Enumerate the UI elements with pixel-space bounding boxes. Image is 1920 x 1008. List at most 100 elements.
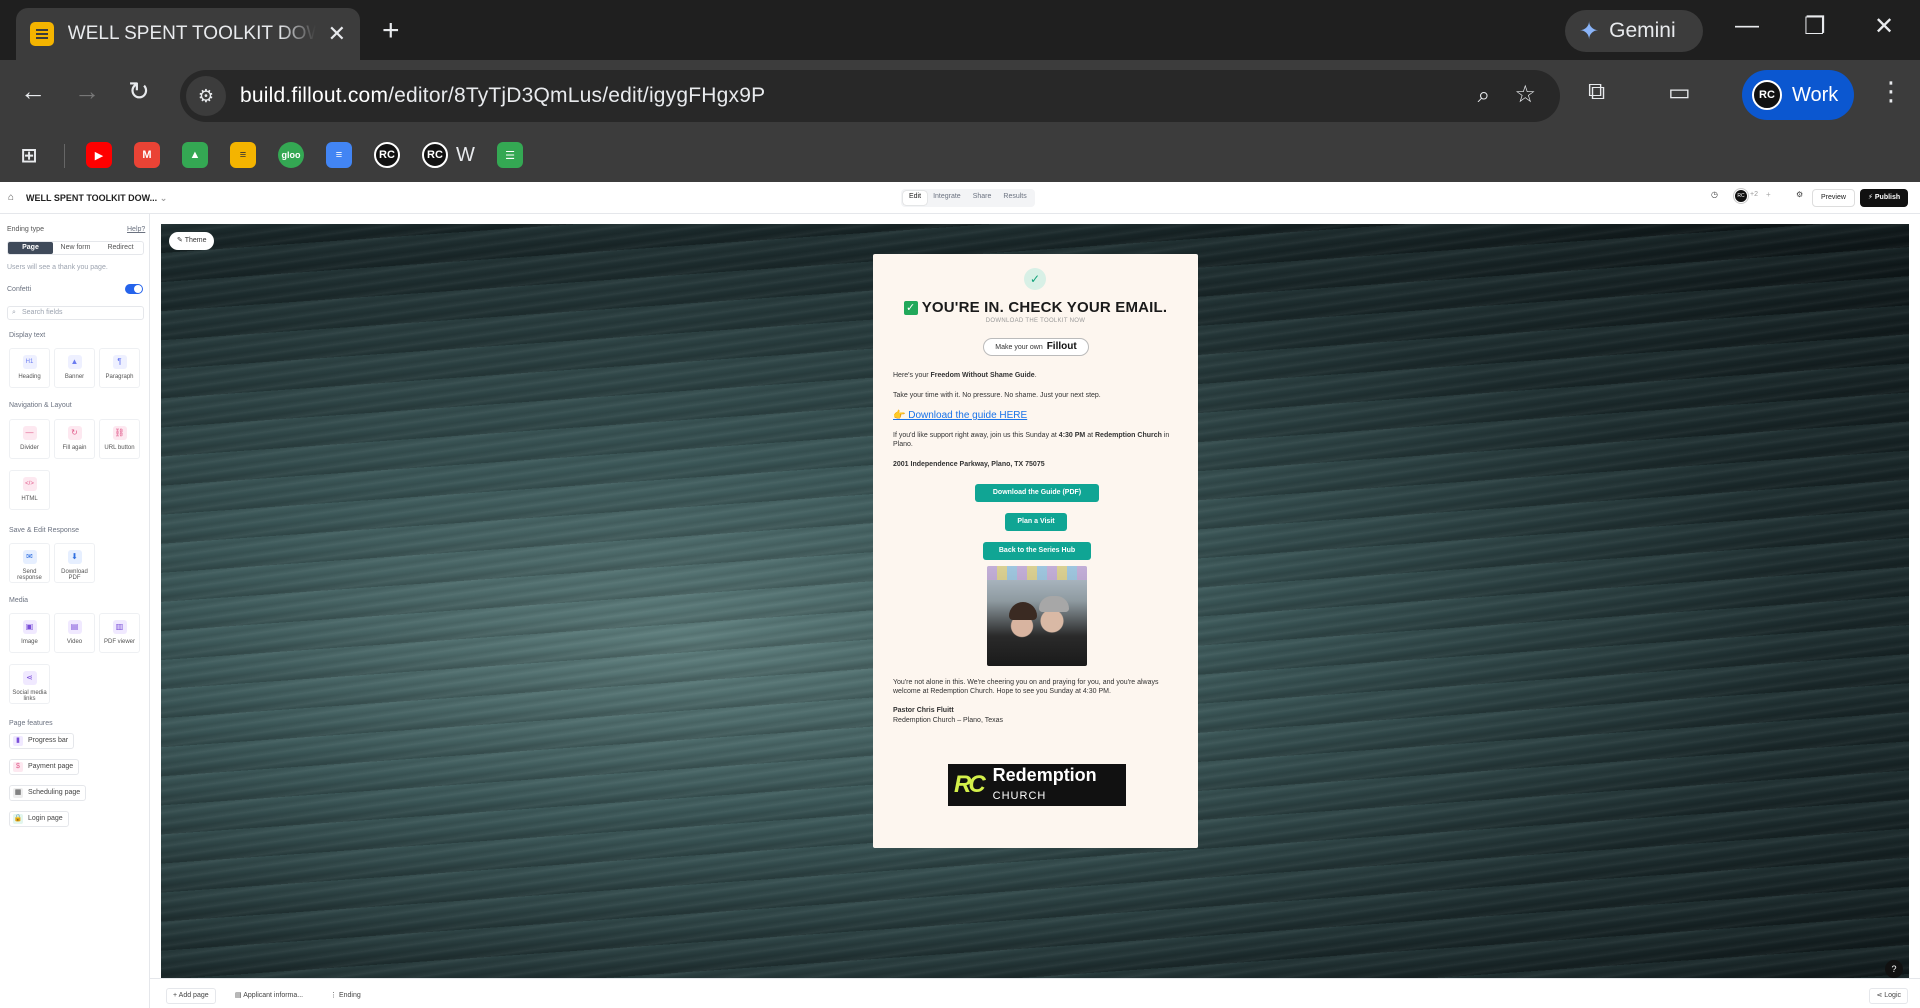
section-display-text: Display text [9,332,46,339]
ending-type-new-form[interactable]: New form [53,242,98,254]
google-drive-icon[interactable]: ▲ [182,142,208,168]
preview-button[interactable]: Preview [1812,189,1855,207]
profile-button[interactable]: RC Work [1742,70,1854,120]
field-social-media-links[interactable]: ⋖ Social media links [9,664,50,704]
page-ending[interactable]: ⋮ Ending [330,991,361,999]
field-download-pdf[interactable]: ⬇ Download PDF [54,543,95,583]
confetti-label: Confetti [7,286,32,293]
tab-results[interactable]: Results [997,191,1032,205]
url-path: /editor/8TyTjD3QmLus/edit/igygFHgx9P [388,84,766,107]
plan-a-visit-button[interactable]: Plan a Visit [1005,513,1067,531]
field-paragraph[interactable]: ¶ Paragraph [99,348,140,388]
bookmark-star-icon[interactable]: ☆ [1514,80,1536,109]
section-save-edit: Save & Edit Response [9,527,80,534]
back-arrow-icon[interactable]: ← [20,76,46,107]
field-heading[interactable]: H1 Heading [9,348,50,388]
close-window-icon[interactable]: ✕ [1874,12,1894,41]
browser-tab-active[interactable]: WELL SPENT TOOLKIT DOWNLOAD ✕ [16,8,360,60]
add-page-button[interactable]: + Add page [166,988,216,1004]
restore-window-icon[interactable]: ❐ [1804,12,1826,41]
field-html[interactable]: </> HTML [9,470,50,510]
photo-balloons [987,566,1087,580]
field-send-response[interactable]: ✉ Send response [9,543,50,583]
forward-arrow-icon[interactable]: → [74,76,100,107]
settings-gear-icon[interactable]: ⚙ [1796,190,1803,199]
field-image[interactable]: ▣ Image [9,613,50,653]
field-image-label: Image [21,639,38,645]
apps-grid-icon[interactable]: ⊞ [16,142,42,168]
ending-type-page[interactable]: Page [8,242,53,254]
google-docs-icon[interactable]: ≡ [326,142,352,168]
site-info-icon[interactable]: ⚙ [186,76,226,116]
field-video[interactable]: ▤ Video [54,613,95,653]
youtube-icon[interactable]: ▶ [86,142,112,168]
search-fields-input[interactable]: Search fields [7,306,144,320]
address-bar[interactable]: ⚙ build.fillout.com/editor/8TyTjD3QmLus/… [180,70,1560,122]
feature-login-page[interactable]: 🔒 Login page [9,811,69,827]
new-tab-button[interactable]: + [382,14,400,48]
visit-place: Redemption Church [1095,432,1162,439]
check-mark-emoji-icon: ✓ [903,301,918,315]
feature-payment-page[interactable]: $ Payment page [9,759,80,775]
feature-progress-bar-label: Progress bar [28,737,69,744]
add-collaborator-icon[interactable]: + [1766,190,1771,199]
logic-button[interactable]: ⋖ Logic [1869,988,1908,1004]
close-tab-icon[interactable]: ✕ [328,21,346,47]
gloo-icon[interactable]: gloo [278,142,304,168]
field-pdf-viewer[interactable]: ▥ PDF viewer [99,613,140,653]
reload-icon[interactable]: ↻ [128,76,150,107]
field-paragraph-label: Paragraph [105,374,134,380]
page-applicant-information[interactable]: ▤ Applicant informa... [235,991,303,999]
help-link[interactable]: Help? [127,226,145,233]
history-icon[interactable]: ◷ [1711,190,1718,199]
minimize-window-icon[interactable]: — [1735,12,1759,40]
ending-type-redirect[interactable]: Redirect [98,242,143,254]
feature-scheduling-page[interactable]: ▦ Scheduling page [9,785,87,801]
ending-page-card[interactable]: ✓ ✓ YOU'RE IN. CHECK YOUR EMAIL. DOWNLOAD… [873,254,1198,848]
tab-edit[interactable]: Edit [903,191,928,205]
progress-bar-icon: ▮ [13,736,23,746]
help-question-icon[interactable]: ? [1885,960,1903,978]
gemini-button[interactable]: ✦ Gemini [1565,10,1703,52]
field-send-response-label: Send response [17,569,42,581]
fillout-icon[interactable]: ≡ [230,142,256,168]
download-guide-pdf-button[interactable]: Download the Guide (PDF) [975,484,1099,502]
sheets-icon[interactable]: ☰ [497,142,523,168]
field-divider[interactable]: — Divider [9,419,50,459]
back-to-series-hub-button[interactable]: Back to the Series Hub [983,542,1091,560]
tab-integrate[interactable]: Integrate [927,191,967,205]
zoom-icon[interactable]: ⌕ [1478,82,1490,108]
collaborator-count[interactable]: +2 [1750,191,1758,198]
rc-icon[interactable]: RC [422,142,448,168]
rc-icon[interactable]: RC [374,142,400,168]
tab-share[interactable]: Share [967,191,998,205]
theme-button[interactable]: ✎ Theme [169,232,215,250]
browser-menu-icon[interactable]: ⋮ [1878,76,1904,107]
make-your-own-fillout-badge[interactable]: Make your own Fillout [983,338,1089,356]
guide-intro-text: Here's your Freedom Without Shame Guide. [893,371,1183,380]
add-page-label: Add page [178,992,209,999]
url-text[interactable]: build.fillout.com/editor/8TyTjD3QmLus/ed… [240,84,765,108]
feature-login-page-label: Login page [28,815,63,822]
ending-type-selector: Page New form Redirect [7,241,144,255]
church-address: 2001 Independence Parkway, Plano, TX 750… [893,461,1045,468]
form-name[interactable]: WELL SPENT TOOLKIT DOW... ⌄ [26,193,167,204]
publish-button[interactable]: ⚡ Publish [1860,189,1909,207]
feature-progress-bar[interactable]: ▮ Progress bar [9,733,75,749]
collaborator-avatar[interactable]: RC [1734,189,1748,203]
screen-search-icon[interactable]: ▭ [1668,78,1691,107]
field-fill-again[interactable]: ↻ Fill again [54,419,95,459]
field-banner[interactable]: ▲ Banner [54,348,95,388]
form-canvas[interactable]: ✎ Theme ✓ ✓ YOU'RE IN. CHECK YOUR EMAIL. … [161,224,1909,978]
field-url-button[interactable]: ⛓ URL button [99,419,140,459]
bookmark-w-label[interactable]: W [456,144,475,167]
gmail-icon[interactable]: M [134,142,160,168]
home-icon[interactable]: ⌂ [8,192,14,203]
confetti-toggle[interactable] [125,284,143,294]
browser-chrome: WELL SPENT TOOLKIT DOWNLOAD ✕ + ✦ Gemini… [0,0,1920,182]
ending-heading[interactable]: ✓ YOU'RE IN. CHECK YOUR EMAIL. [873,299,1198,316]
field-html-label: HTML [21,496,38,502]
extensions-icon[interactable]: ⧉ [1588,78,1605,106]
download-guide-link[interactable]: 👉 Download the guide HERE [893,410,1027,421]
calendar-icon: ▦ [13,788,23,798]
